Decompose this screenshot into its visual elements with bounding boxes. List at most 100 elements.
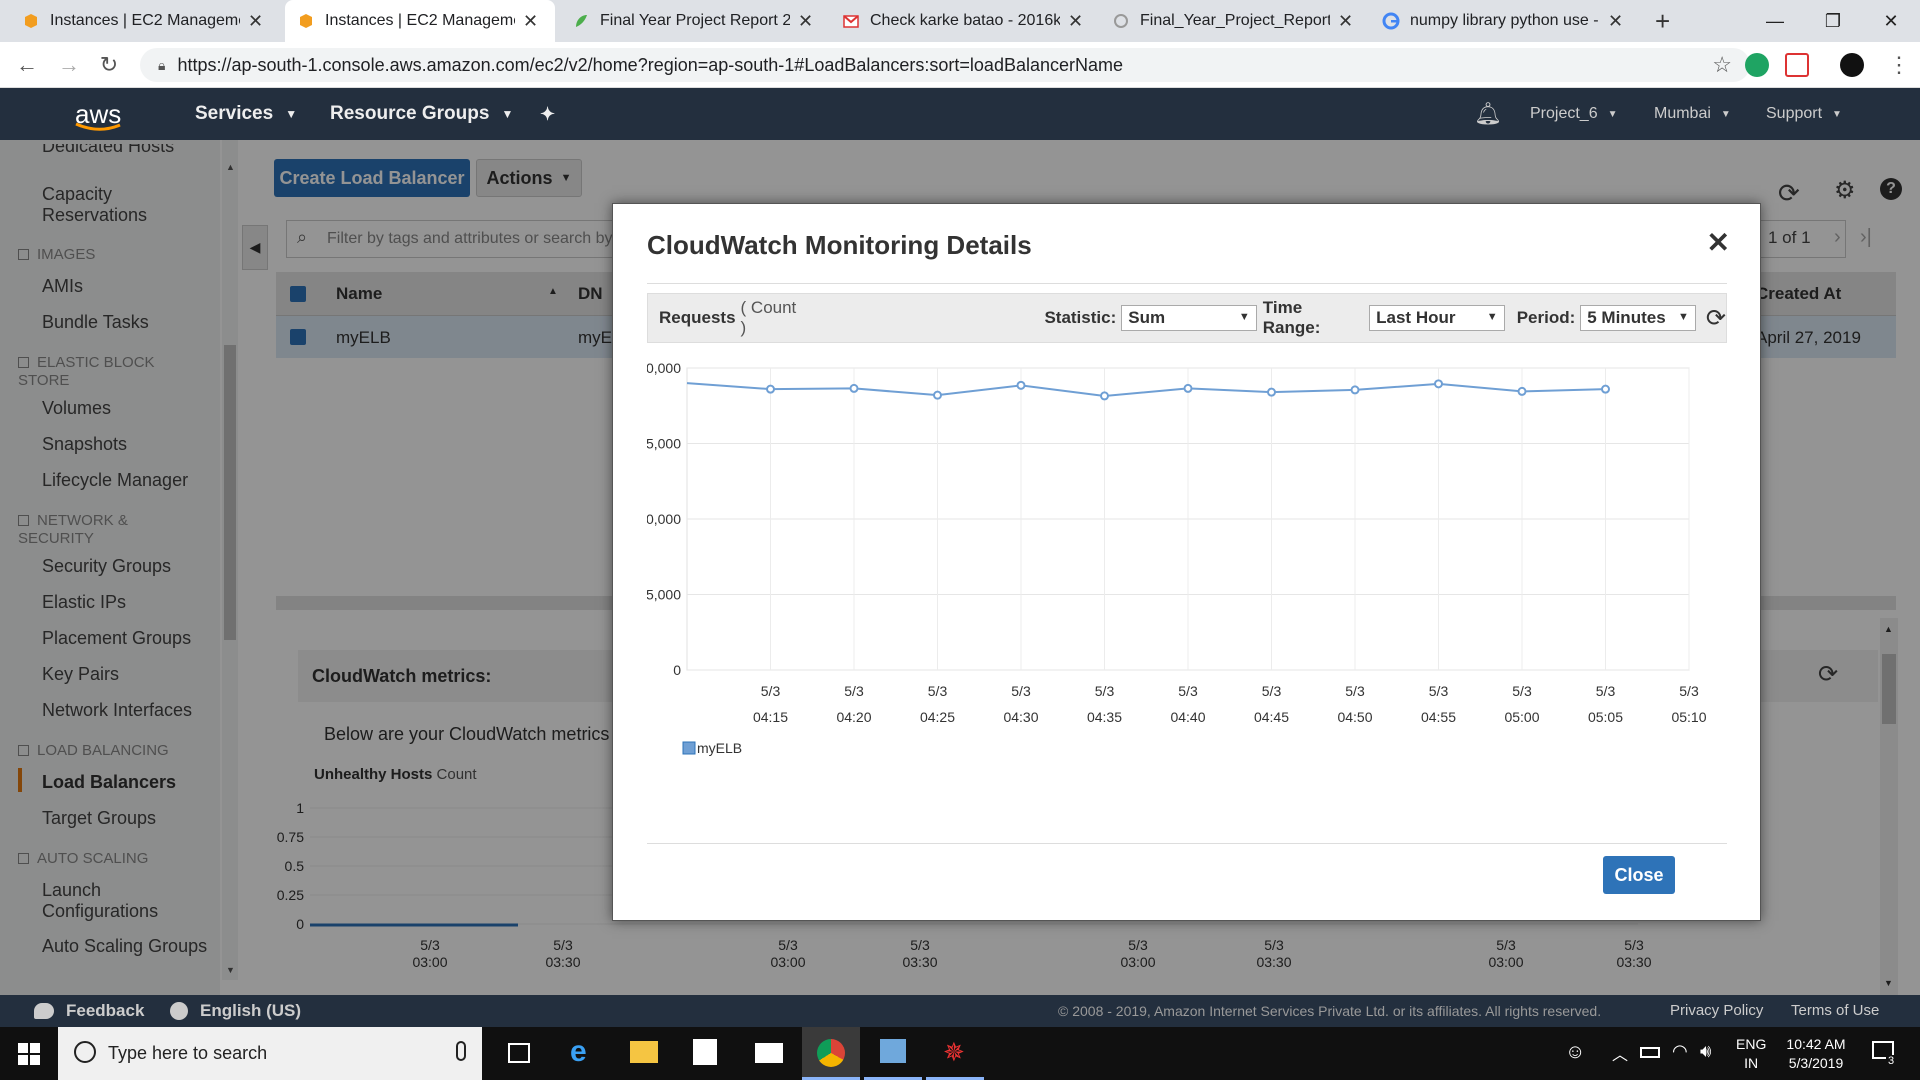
- reload-icon[interactable]: ↻: [94, 50, 124, 80]
- tab-close-icon[interactable]: ✕: [523, 11, 538, 32]
- clock[interactable]: 10:42 AM 5/3/2019: [1776, 1035, 1856, 1073]
- bell-icon[interactable]: 🔔︎: [1474, 88, 1502, 140]
- aws-smile-icon: [75, 122, 121, 131]
- wifi-icon[interactable]: ◠: [1672, 1041, 1688, 1062]
- x-tick-label-date: 5/3: [928, 683, 948, 699]
- taskbar-search[interactable]: Type here to search: [58, 1027, 482, 1080]
- x-tick-label-time: 04:20: [836, 709, 871, 725]
- spider-app-taskbar-button[interactable]: ✵: [926, 1027, 984, 1080]
- tab-title: Instances | EC2 Management: [50, 12, 240, 29]
- browser-tab[interactable]: Check karke batao - 2016ku ✕: [830, 0, 1100, 42]
- statistic-value: Sum: [1128, 308, 1166, 327]
- chevron-down-icon: ▼: [1607, 108, 1618, 120]
- language-selector[interactable]: English (US): [170, 1001, 301, 1021]
- pocket-extension-icon[interactable]: [1785, 53, 1809, 77]
- volume-icon[interactable]: 🔊︎: [1700, 1041, 1711, 1062]
- x-tick-label-time: 04:45: [1254, 709, 1289, 725]
- tab-close-icon[interactable]: ✕: [248, 11, 263, 32]
- tab-title: Final Year Project Report 2 (C: [600, 12, 790, 29]
- region-menu[interactable]: Mumbai ▼: [1654, 88, 1731, 140]
- task-view-icon[interactable]: [508, 1043, 530, 1063]
- new-tab-button[interactable]: +: [1655, 6, 1670, 37]
- data-point: [1183, 383, 1193, 393]
- tab-close-icon[interactable]: ✕: [1068, 11, 1083, 32]
- terms-of-use-link[interactable]: Terms of Use: [1791, 1002, 1879, 1019]
- store-icon[interactable]: [693, 1039, 717, 1065]
- y-tick-label: 10,000: [647, 511, 681, 527]
- tray-chevron-icon[interactable]: ︿: [1612, 1041, 1628, 1065]
- gmail-favicon-icon: [843, 15, 859, 28]
- window-close-button[interactable]: ✕: [1862, 0, 1920, 42]
- chevron-down-icon: ▼: [1677, 311, 1689, 323]
- time-range-select[interactable]: Last Hour ▼: [1369, 305, 1505, 331]
- tab-close-icon[interactable]: ✕: [1338, 11, 1353, 32]
- mail-icon[interactable]: [755, 1043, 783, 1063]
- x-tick-label-time: 05:10: [1671, 709, 1706, 725]
- browser-tab[interactable]: Final_Year_Project_Report_2_ ✕: [1100, 0, 1370, 42]
- microphone-icon[interactable]: [456, 1041, 466, 1061]
- aws-logo[interactable]: aws: [75, 88, 121, 140]
- privacy-policy-link[interactable]: Privacy Policy: [1670, 1002, 1763, 1019]
- support-menu[interactable]: Support ▼: [1766, 88, 1842, 140]
- browser-tab[interactable]: Instances | EC2 Management ✕: [10, 0, 280, 42]
- minimize-button[interactable]: —: [1746, 0, 1804, 42]
- battery-icon[interactable]: [1640, 1047, 1660, 1058]
- speech-bubble-icon: [34, 1003, 54, 1019]
- menu-kebab-icon[interactable]: ⋮: [1888, 52, 1910, 78]
- app-taskbar-button[interactable]: [864, 1027, 922, 1080]
- resource-groups-menu[interactable]: Resource Groups ▼: [330, 88, 513, 140]
- browser-tab[interactable]: numpy library python use - G ✕: [1370, 0, 1640, 42]
- pin-icon[interactable]: ✦: [540, 88, 555, 140]
- x-tick-label-date: 5/3: [1011, 683, 1031, 699]
- bookmark-star-icon[interactable]: ☆: [1712, 52, 1732, 78]
- y-tick-label: 20,000: [647, 360, 681, 376]
- chevron-down-icon: ▼: [285, 107, 298, 121]
- cloudwatch-modal: CloudWatch Monitoring Details ✕ Requests…: [612, 203, 1761, 921]
- browser-tab[interactable]: Final Year Project Report 2 (C ✕: [560, 0, 830, 42]
- account-menu[interactable]: Project_6 ▼: [1530, 88, 1618, 140]
- windows-start-icon[interactable]: [18, 1043, 40, 1065]
- forward-arrow-icon[interactable]: →: [54, 50, 84, 80]
- x-tick-label-date: 5/3: [1512, 683, 1532, 699]
- data-point: [1267, 387, 1276, 397]
- support-label: Support: [1766, 105, 1823, 122]
- data-point: [933, 390, 942, 400]
- extension-icon[interactable]: [1745, 53, 1769, 77]
- tab-title: numpy library python use - G: [1410, 12, 1600, 29]
- data-point: [1517, 386, 1527, 396]
- data-point: [1100, 391, 1109, 401]
- tab-close-icon[interactable]: ✕: [798, 11, 813, 32]
- x-tick-label-date: 5/3: [1262, 683, 1282, 699]
- x-tick-label-date: 5/3: [1429, 683, 1449, 699]
- file-explorer-icon[interactable]: [630, 1041, 658, 1063]
- edge-icon[interactable]: e: [570, 1035, 587, 1069]
- close-button[interactable]: Close: [1603, 856, 1675, 894]
- data-point: [849, 383, 859, 393]
- period-select[interactable]: 5 Minutes ▼: [1580, 305, 1696, 331]
- requests-line-chart: 20,000 15,000 10,000 5,000 0 5/3 04:15 5/3 04:20…: [647, 360, 1707, 756]
- url-field[interactable]: 🔒︎ https://ap-south-1.console.aws.amazon…: [140, 48, 1750, 82]
- services-menu[interactable]: Services ▼: [195, 88, 297, 140]
- profile-avatar[interactable]: [1840, 53, 1864, 77]
- tab-close-icon[interactable]: ✕: [1608, 11, 1623, 32]
- data-point: [1350, 385, 1360, 395]
- back-arrow-icon[interactable]: ←: [12, 50, 42, 80]
- url-text: https://ap-south-1.console.aws.amazon.co…: [177, 54, 1124, 75]
- input-language[interactable]: ENG IN: [1736, 1035, 1766, 1073]
- statistic-select[interactable]: Sum ▼: [1121, 305, 1257, 331]
- x-tick-label-time: 05:00: [1504, 709, 1539, 725]
- x-tick-label-time: 04:25: [920, 709, 955, 725]
- restore-button[interactable]: ❐: [1804, 0, 1862, 42]
- browser-tab-active[interactable]: Instances | EC2 Management ✕: [285, 0, 555, 42]
- close-icon[interactable]: ✕: [1707, 226, 1730, 259]
- aws-console-footer: Feedback English (US) © 2008 - 2019, Ama…: [0, 995, 1920, 1027]
- x-tick-label-time: 04:55: [1421, 709, 1456, 725]
- people-icon[interactable]: ☺︎: [1565, 1041, 1585, 1064]
- app-icon: [880, 1039, 906, 1063]
- x-tick-label-date: 5/3: [1095, 683, 1115, 699]
- refresh-icon[interactable]: ⟳: [1706, 304, 1726, 333]
- feedback-link[interactable]: Feedback: [34, 1001, 144, 1021]
- chrome-taskbar-button[interactable]: [802, 1027, 860, 1080]
- x-tick-label-date: 5/3: [1178, 683, 1198, 699]
- x-tick-label-time: 04:30: [1003, 709, 1038, 725]
